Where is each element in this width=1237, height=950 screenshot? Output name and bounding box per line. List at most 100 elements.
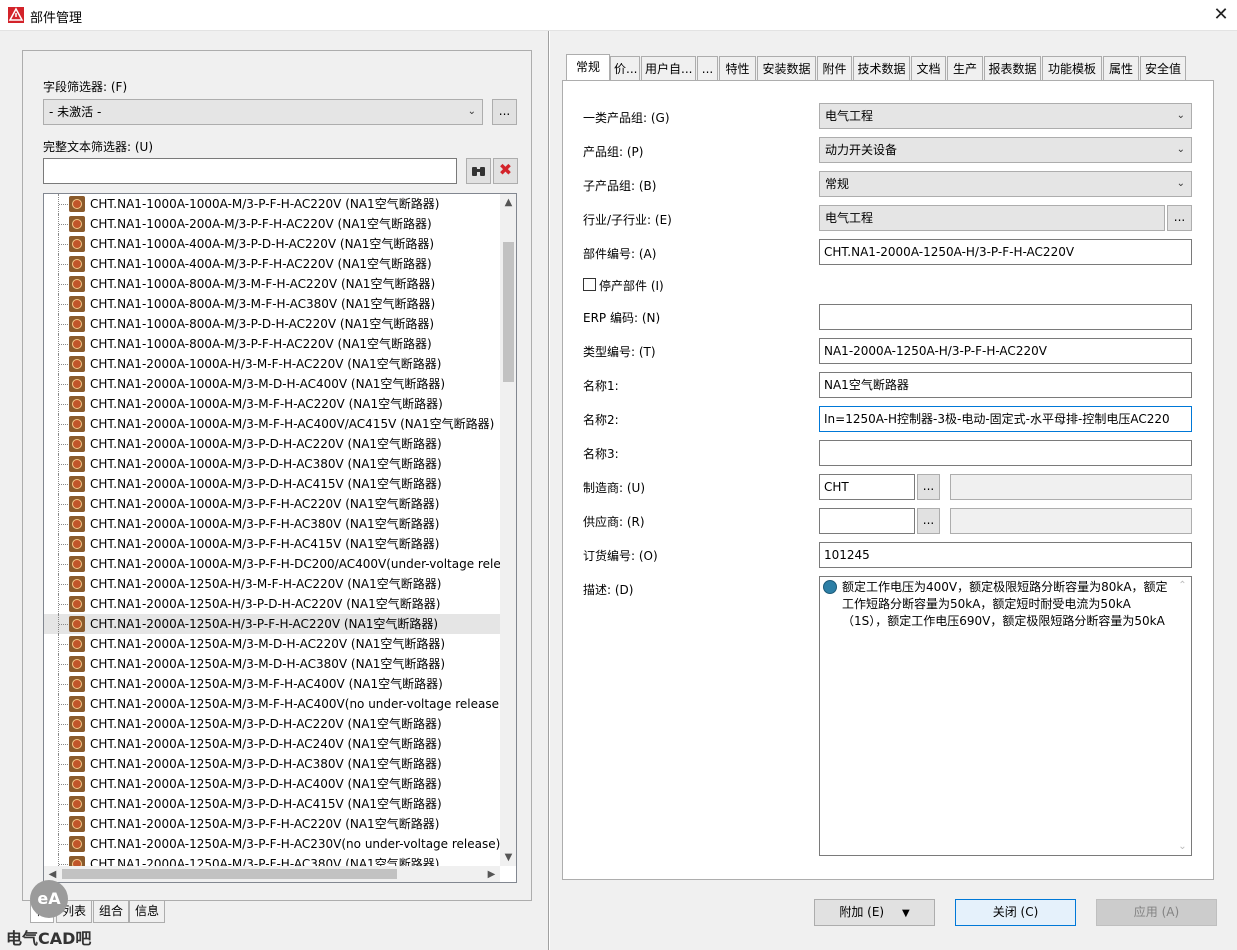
type-number-label: 类型编号: (T)	[583, 345, 656, 359]
name3-input[interactable]	[819, 440, 1192, 466]
tab-general[interactable]: 常规	[566, 54, 610, 80]
tree-item[interactable]: CHT.NA1-2000A-1000A-M/3-M-D-H-AC400V (NA…	[44, 374, 501, 394]
tab-characteristics[interactable]: 特性	[719, 56, 756, 80]
tab-safety-values[interactable]: 安全值	[1140, 56, 1186, 80]
tree-item[interactable]: CHT.NA1-2000A-1250A-H/3-M-F-H-AC220V (NA…	[44, 574, 501, 594]
part-number-input[interactable]: CHT.NA1-2000A-1250A-H/3-P-F-H-AC220V	[819, 239, 1192, 265]
scroll-down-icon[interactable]: ⌄	[1174, 838, 1191, 855]
scroll-down-icon[interactable]: ▼	[500, 849, 516, 866]
tab-properties[interactable]: 属性	[1103, 56, 1139, 80]
type-number-input[interactable]: NA1-2000A-1250A-H/3-P-F-H-AC220V	[819, 338, 1192, 364]
tree-item[interactable]: CHT.NA1-2000A-1250A-M/3-P-F-H-AC220V (NA…	[44, 814, 501, 834]
tree-item[interactable]: CHT.NA1-2000A-1000A-M/3-M-F-H-AC400V/AC4…	[44, 414, 501, 434]
tree-connector	[58, 234, 68, 254]
part-icon	[69, 316, 85, 332]
field-filter-select[interactable]: - 未激活 - ⌄	[43, 99, 483, 125]
part-icon	[69, 656, 85, 672]
clear-filter-button[interactable]: ✖	[493, 158, 518, 184]
part-icon	[69, 216, 85, 232]
tree-item[interactable]: CHT.NA1-1000A-800A-M/3-P-D-H-AC220V (NA1…	[44, 314, 501, 334]
tree-item[interactable]: CHT.NA1-2000A-1000A-M/3-P-F-H-AC380V (NA…	[44, 514, 501, 534]
industry-more-button[interactable]: ...	[1167, 205, 1192, 231]
tab-mounting-data[interactable]: 安装数据	[757, 56, 816, 80]
tree-item[interactable]: CHT.NA1-1000A-800A-M/3-M-F-H-AC220V (NA1…	[44, 274, 501, 294]
apply-button[interactable]: 应用 (A)	[1096, 899, 1217, 926]
tree-vertical-scroll-thumb[interactable]	[503, 242, 514, 382]
manufacturer-more-button[interactable]: ...	[917, 474, 940, 500]
tree-item[interactable]: CHT.NA1-2000A-1250A-M/3-M-F-H-AC400V(no …	[44, 694, 501, 714]
add-button[interactable]: 附加 (E) ▼	[814, 899, 935, 926]
tree-item[interactable]: CHT.NA1-2000A-1250A-M/3-P-D-H-AC380V (NA…	[44, 754, 501, 774]
tree-item[interactable]: CHT.NA1-2000A-1250A-M/3-P-F-H-AC230V(no …	[44, 834, 501, 854]
chevron-down-icon: ⌄	[467, 106, 476, 117]
watermark-logo: eA	[30, 880, 68, 918]
tree-item[interactable]: CHT.NA1-2000A-1000A-M/3-P-F-H-AC220V (NA…	[44, 494, 501, 514]
tree-item[interactable]: CHT.NA1-2000A-1000A-M/3-P-D-H-AC220V (NA…	[44, 434, 501, 454]
product-group-select[interactable]: 动力开关设备 ⌄	[819, 137, 1192, 163]
supplier-input[interactable]	[819, 508, 915, 534]
tree-item[interactable]: CHT.NA1-1000A-800A-M/3-P-F-H-AC220V (NA1…	[44, 334, 501, 354]
tab-user-defined[interactable]: 用户自...	[641, 56, 696, 80]
tab-more[interactable]: ...	[697, 56, 718, 80]
tree-item[interactable]: CHT.NA1-1000A-1000A-M/3-P-F-H-AC220V (NA…	[44, 194, 501, 214]
tree-item[interactable]: CHT.NA1-2000A-1250A-H/3-P-F-H-AC220V (NA…	[44, 614, 501, 634]
part-icon	[69, 756, 85, 772]
tree-item[interactable]: CHT.NA1-2000A-1250A-H/3-P-D-H-AC220V (NA…	[44, 594, 501, 614]
tree-item[interactable]: CHT.NA1-1000A-400A-M/3-P-F-H-AC220V (NA1…	[44, 254, 501, 274]
tree-item-label: CHT.NA1-2000A-1250A-M/3-P-D-H-AC240V (NA…	[90, 737, 442, 751]
description-scrollbar[interactable]: ⌃ ⌄	[1174, 577, 1191, 855]
tree-item[interactable]: CHT.NA1-1000A-800A-M/3-M-F-H-AC380V (NA1…	[44, 294, 501, 314]
tree-item[interactable]: CHT.NA1-2000A-1250A-M/3-M-F-H-AC400V (NA…	[44, 674, 501, 694]
tree-item[interactable]: CHT.NA1-2000A-1000A-M/3-P-F-H-DC200/AC40…	[44, 554, 501, 574]
erp-input[interactable]	[819, 304, 1192, 330]
close-window-icon[interactable]: ✕	[1208, 3, 1234, 27]
tree-item[interactable]: CHT.NA1-2000A-1250A-M/3-P-D-H-AC220V (NA…	[44, 714, 501, 734]
scroll-right-icon[interactable]: ▶	[483, 866, 500, 882]
scroll-up-icon[interactable]: ▲	[500, 194, 516, 211]
scroll-up-icon[interactable]: ⌃	[1174, 577, 1191, 594]
tab-info[interactable]: 信息	[129, 901, 166, 923]
sub-group-select[interactable]: 常规 ⌄	[819, 171, 1192, 197]
tab-technical-data[interactable]: 技术数据	[853, 56, 910, 80]
tree-item[interactable]: CHT.NA1-2000A-1000A-M/3-M-F-H-AC220V (NA…	[44, 394, 501, 414]
tree-connector	[58, 854, 68, 866]
tree-item[interactable]: CHT.NA1-2000A-1000A-M/3-P-F-H-AC415V (NA…	[44, 534, 501, 554]
tree-item[interactable]: CHT.NA1-2000A-1250A-M/3-M-D-H-AC380V (NA…	[44, 654, 501, 674]
name1-input[interactable]: NA1空气断路器	[819, 372, 1192, 398]
tab-production[interactable]: 生产	[947, 56, 983, 80]
tab-combination[interactable]: 组合	[93, 901, 130, 923]
text-filter-input[interactable]	[43, 158, 457, 184]
tab-function-template[interactable]: 功能模板	[1042, 56, 1102, 80]
discontinued-checkbox[interactable]	[583, 278, 596, 291]
order-number-label: 订货编号: (O)	[583, 549, 658, 563]
tab-documents[interactable]: 文档	[911, 56, 946, 80]
supplier-more-button[interactable]: ...	[917, 508, 940, 534]
tab-price[interactable]: 价...	[610, 56, 640, 80]
tab-report-data[interactable]: 报表数据	[984, 56, 1041, 80]
tree-item[interactable]: CHT.NA1-2000A-1250A-M/3-P-D-H-AC400V (NA…	[44, 774, 501, 794]
tree-item[interactable]: CHT.NA1-1000A-400A-M/3-P-D-H-AC220V (NA1…	[44, 234, 501, 254]
part-icon	[69, 736, 85, 752]
parts-tree[interactable]: CHT.NA1-1000A-1000A-M/3-P-F-H-AC220V (NA…	[43, 193, 517, 883]
industry-field[interactable]: 电气工程	[819, 205, 1165, 231]
field-filter-more-button[interactable]: ...	[492, 99, 517, 125]
tree-item[interactable]: CHT.NA1-2000A-1000A-M/3-P-D-H-AC415V (NA…	[44, 474, 501, 494]
manufacturer-input[interactable]: CHT	[819, 474, 915, 500]
panel-splitter[interactable]	[548, 31, 550, 950]
tree-item[interactable]: CHT.NA1-2000A-1250A-M/3-P-F-H-AC380V (NA…	[44, 854, 501, 866]
tab-accessories[interactable]: 附件	[817, 56, 852, 80]
binoculars-search-button[interactable]	[466, 158, 491, 184]
order-number-input[interactable]: 101245	[819, 542, 1192, 568]
close-button[interactable]: 关闭 (C)	[955, 899, 1076, 926]
tree-item[interactable]: CHT.NA1-2000A-1000A-M/3-P-D-H-AC380V (NA…	[44, 454, 501, 474]
name2-input[interactable]: In=1250A-H控制器-3极-电动-固定式-水平母排-控制电压AC220	[819, 406, 1192, 432]
tree-item[interactable]: CHT.NA1-2000A-1000A-H/3-M-F-H-AC220V (NA…	[44, 354, 501, 374]
tree-item[interactable]: CHT.NA1-2000A-1250A-M/3-P-D-H-AC415V (NA…	[44, 794, 501, 814]
product-group1-select[interactable]: 电气工程 ⌄	[819, 103, 1192, 129]
description-textarea[interactable]: 额定工作电压为400V，额定极限短路分断容量为80kA，额定工作短路分断容量为5…	[819, 576, 1192, 856]
tree-item[interactable]: CHT.NA1-2000A-1250A-M/3-M-D-H-AC220V (NA…	[44, 634, 501, 654]
tree-item[interactable]: CHT.NA1-2000A-1250A-M/3-P-D-H-AC240V (NA…	[44, 734, 501, 754]
tree-item-label: CHT.NA1-1000A-200A-M/3-P-F-H-AC220V (NA1…	[90, 217, 432, 231]
tree-item[interactable]: CHT.NA1-1000A-200A-M/3-P-F-H-AC220V (NA1…	[44, 214, 501, 234]
tree-horizontal-scroll-thumb[interactable]	[62, 869, 397, 879]
